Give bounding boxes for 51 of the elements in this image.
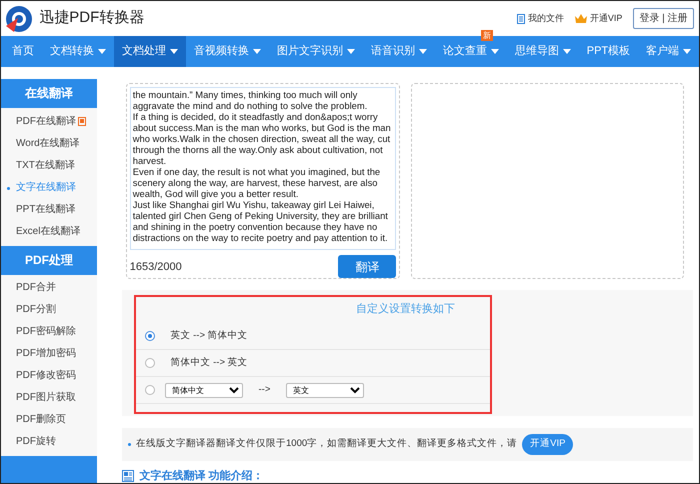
sidebar-link[interactable]: PDF分割 [1,299,97,322]
sidebar-link[interactable]: PDF密码解除 [1,321,97,344]
option-label: 简体中文 --> 英文 [170,356,248,370]
nav-tab[interactable]: 思维导图 [506,36,579,67]
register-link[interactable]: 注册 [668,11,688,26]
sidebar-link[interactable]: TXT在线翻译 [1,154,97,177]
header-link[interactable]: 开通VIP [575,12,622,26]
article-icon [122,470,134,482]
radio-button[interactable] [145,331,155,341]
nav-tab[interactable]: 语音识别 [362,36,435,67]
radio-button[interactable] [145,385,155,395]
char-counter: 1653/2000 [130,260,182,274]
section-header: 在线翻译 [1,79,97,108]
option-label: 英文 --> 简体中文 [170,328,248,343]
app-title: 迅捷PDF转换器 [39,8,144,28]
translate-button[interactable]: 翻译 [338,255,396,278]
nav-tab[interactable]: 首页 [4,36,42,67]
sidebar-link[interactable]: PDF删除页 [1,409,97,432]
text-input[interactable]: the mountain.” Many times, thinking too much will only aggravate the mind and do nothing to solve the problem. If a thing is decided, do it steadfastly and don&apos;t worry about success.Man is the man who works, but God is the man who works.Walk in the chosen direction, sweat all the way, cut through the thorns all the way.Only ask about cultivation, not harvest. Even if one day, the result is not what you imagined, but the scenery along the way, are harvest, these harvest, are also wealth, God will give you a better result. Just like Shanghai girl Wu Yishu, takeaway girl Lei Haiwei, talented girl Chen Geng of Peking University, they are brilliant and shining in the poetry convention because they have no distractions on the way to recite poetry and pay attention to it. [130,86,396,250]
bullet-icon [128,443,131,446]
sidebar-link[interactable]: Excel在线翻译 [1,220,97,243]
sidebar-link[interactable]: PDF修改密码 [1,365,97,388]
target-language-select[interactable]: 英文 [286,382,364,398]
login-link[interactable]: 登录 [639,11,660,26]
section-header: PDF处理 [1,246,97,274]
nav-tab[interactable]: 图片文字识别 [268,36,363,67]
crown-icon [575,14,588,23]
section-title: 文字在线翻译 功能介绍： [140,468,264,483]
separator-text: | [662,12,665,26]
sidebar-link[interactable]: PDF增加密码 [1,343,97,366]
header-link[interactable]: 我的文件 [517,12,564,26]
notice-text: 在线版文字翻译器翻译文件仅限于1000字，如需翻译更大文件、翻译更多格式文件，请 [136,437,518,452]
new-badge: 新 [480,30,493,41]
sidebar-link[interactable]: Word在线翻译 [1,132,97,155]
options-title: 自定义设置转换如下 [355,302,456,317]
nav-tab[interactable]: 文档转换 [42,36,114,67]
sidebar-link[interactable]: PDF图片获取 [1,387,97,410]
sidebar-link[interactable]: PPT在线翻译 [1,198,97,221]
nav-tab[interactable]: 文档处理 [114,36,186,67]
radio-button[interactable] [145,358,155,368]
nav-tab[interactable]: PPT模板 [578,36,638,67]
sidebar-link[interactable]: PDF合并 [1,277,97,300]
nav-tab[interactable]: 客户端 [638,36,699,67]
sidebar-link[interactable]: PDF在线翻译 [1,110,97,133]
document-icon [517,14,526,24]
sidebar-link[interactable]: PDF旋转 [1,431,97,454]
logo-icon [4,4,34,34]
vip-button[interactable]: 开通VIP [522,434,574,455]
nav-tab[interactable]: 音视频转换 [186,36,269,67]
source-language-select[interactable]: 简体中文 [165,382,243,398]
arrow-text: --> [258,382,270,397]
